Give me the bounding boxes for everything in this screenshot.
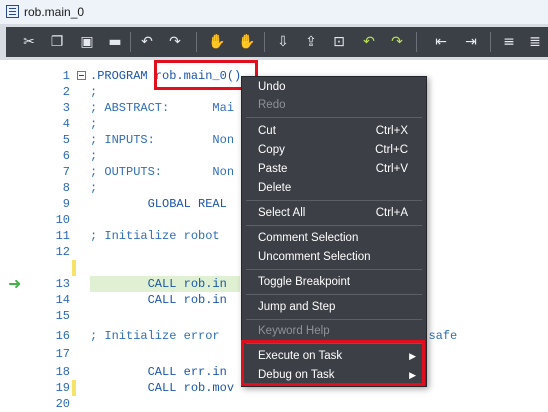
copy-icon[interactable]: ❐ (46, 31, 68, 53)
menu-separator (246, 269, 422, 270)
menu-item-jump-and-step[interactable]: Jump and Step (242, 297, 426, 317)
uncomment-icon[interactable]: ≣ (524, 31, 546, 53)
toolbar-separator (490, 32, 491, 52)
remove-breakpoint-icon[interactable]: ✋ (236, 31, 258, 53)
menu-item-delete[interactable]: Delete (242, 178, 426, 198)
cut-icon[interactable]: ✂ (18, 31, 40, 53)
window-title: rob.main_0 (24, 5, 85, 19)
menu-item-comment-selection[interactable]: Comment Selection (242, 228, 426, 248)
delete-icon[interactable]: ▬ (104, 31, 126, 53)
modified-marker (72, 260, 76, 276)
menu-separator (246, 117, 422, 118)
menu-item-copy[interactable]: Copy Ctrl+C (242, 140, 426, 160)
run-forward-icon[interactable]: ↷ (386, 31, 408, 53)
menu-separator (246, 225, 422, 226)
undo-icon[interactable]: ↶ (136, 31, 158, 53)
toolbar-separator (130, 32, 131, 52)
menu-item-uncomment-selection[interactable]: Uncomment Selection (242, 247, 426, 267)
window-titlebar: rob.main_0 (0, 0, 548, 25)
toolbar: ✂ ❐ ▣ ▬ ↶ ↷ ✋ ✋ ⇩ ⇪ ⊡ ↶ ↷ ⇤ ⇥ ≡ ≣ (0, 24, 548, 60)
indent-icon[interactable]: ⇤ (430, 31, 452, 53)
toolbar-strip: ✂ ❐ ▣ ▬ ↶ ↷ ✋ ✋ ⇩ ⇪ ⊡ ↶ ↷ ⇤ ⇥ ≡ ≣ (6, 27, 548, 57)
step-in-icon[interactable]: ⇩ (272, 31, 294, 53)
menu-item-toggle-breakpoint[interactable]: Toggle Breakpoint (242, 272, 426, 292)
menu-item-paste[interactable]: Paste Ctrl+V (242, 159, 426, 179)
breakpoint-icon[interactable]: ✋ (206, 31, 228, 53)
outdent-icon[interactable]: ⇥ (460, 31, 482, 53)
menu-separator (246, 200, 422, 201)
comment-icon[interactable]: ≡ (498, 31, 520, 53)
step-out-icon[interactable]: ⊡ (328, 31, 350, 53)
menu-item-keyword-help: Keyword Help (258, 325, 330, 337)
menu-item-redo: Redo (258, 99, 286, 111)
toolbar-separator (416, 32, 417, 52)
run-back-icon[interactable]: ↶ (358, 31, 380, 53)
menu-separator (246, 319, 422, 320)
menu-item-undo[interactable]: Undo (242, 77, 426, 97)
document-icon (6, 5, 19, 18)
menu-separator (246, 294, 422, 295)
menu-item-cut[interactable]: Cut Ctrl+X (242, 121, 426, 141)
paste-icon[interactable]: ▣ (76, 31, 98, 53)
toolbar-separator (196, 32, 197, 52)
step-over-icon[interactable]: ⇪ (300, 31, 322, 53)
toolbar-separator (264, 32, 265, 52)
menu-item-select-all[interactable]: Select All Ctrl+A (242, 203, 426, 223)
task-submenu-highlight-box (241, 340, 425, 386)
redo-icon[interactable]: ↷ (164, 31, 186, 53)
code-line: 20 (55, 397, 70, 411)
